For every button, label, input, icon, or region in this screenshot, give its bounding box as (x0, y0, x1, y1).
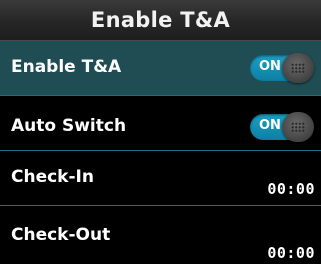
toggle-knob-icon (282, 112, 314, 142)
page-title: Enable T&A (90, 8, 231, 32)
check-out-time: 00:00 (267, 244, 315, 262)
grip-dots-icon (291, 122, 305, 132)
check-in-time: 00:00 (267, 180, 315, 198)
enable-ta-label: Enable T&A (11, 57, 122, 77)
setting-row-check-in[interactable]: Check-In 00:00 (0, 151, 321, 206)
toggle-on-label: ON (259, 118, 281, 133)
auto-switch-toggle[interactable]: ON (250, 112, 314, 142)
auto-switch-label: Auto Switch (11, 116, 127, 136)
settings-screen: Enable T&A Enable T&A ON Auto Switch ON … (0, 0, 321, 264)
check-out-label: Check-Out (11, 225, 111, 245)
setting-row-enable-ta[interactable]: Enable T&A ON (0, 41, 321, 96)
grip-dots-icon (291, 63, 305, 73)
toggle-on-label: ON (259, 59, 281, 74)
setting-row-auto-switch[interactable]: Auto Switch ON (0, 96, 321, 151)
toggle-knob-icon (282, 53, 314, 83)
check-in-label: Check-In (11, 167, 94, 187)
enable-ta-toggle[interactable]: ON (250, 53, 314, 83)
setting-row-check-out[interactable]: Check-Out 00:00 (0, 206, 321, 264)
title-bar: Enable T&A (0, 0, 321, 41)
